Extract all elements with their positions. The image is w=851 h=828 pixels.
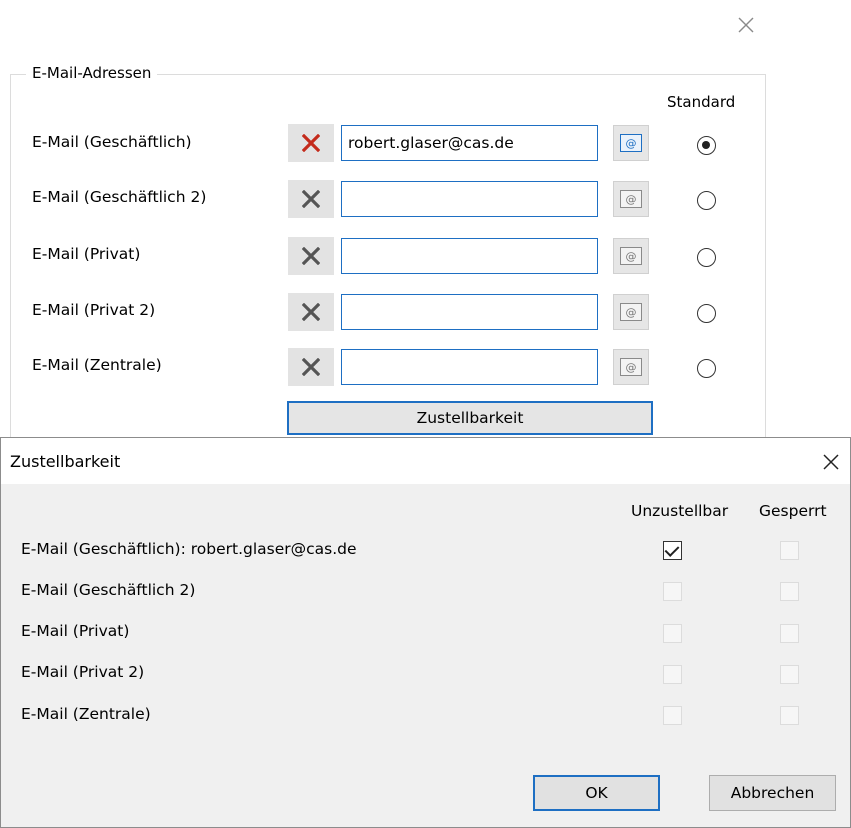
- delete-email-button[interactable]: [288, 348, 334, 386]
- standard-radio[interactable]: [697, 136, 716, 155]
- dialog-titlebar: [1, 438, 850, 484]
- email-row-label: E-Mail (Geschäftlich): [32, 133, 192, 151]
- undeliverable-column-header: Unzustellbar: [631, 502, 729, 520]
- dialog-row-label: E-Mail (Privat): [21, 622, 130, 640]
- undeliverable-checkbox[interactable]: [663, 665, 682, 684]
- send-email-button[interactable]: @: [613, 125, 649, 161]
- undeliverable-checkbox[interactable]: [663, 541, 682, 560]
- standard-radio[interactable]: [697, 359, 716, 378]
- send-email-button[interactable]: @: [613, 349, 649, 385]
- email-link-icon: @: [620, 190, 642, 208]
- blocked-column-header: Gesperrt: [759, 502, 827, 520]
- email-input[interactable]: [341, 294, 598, 330]
- email-row-label: E-Mail (Privat 2): [32, 301, 156, 319]
- undeliverable-checkbox[interactable]: [663, 624, 682, 643]
- dialog-title: Zustellbarkeit: [10, 452, 121, 471]
- email-input[interactable]: [341, 238, 598, 274]
- email-row-label: E-Mail (Geschäftlich 2): [32, 188, 207, 206]
- cancel-button[interactable]: Abbrechen: [709, 775, 836, 811]
- dialog-row-label: E-Mail (Geschäftlich 2): [21, 581, 196, 599]
- delete-email-button[interactable]: [288, 237, 334, 275]
- deliverability-button[interactable]: Zustellbarkeit: [287, 401, 653, 435]
- blocked-checkbox[interactable]: [780, 665, 799, 684]
- blocked-checkbox[interactable]: [780, 582, 799, 601]
- delete-x-icon: [302, 190, 320, 208]
- email-row-label: E-Mail (Zentrale): [32, 356, 162, 374]
- dialog-row-label: E-Mail (Privat 2): [21, 663, 145, 681]
- send-email-button[interactable]: @: [613, 238, 649, 274]
- close-icon[interactable]: [821, 452, 841, 472]
- deliverability-dialog: Zustellbarkeit Unzustellbar Gesperrt E-M…: [0, 437, 851, 828]
- email-input[interactable]: [341, 125, 598, 161]
- delete-email-button[interactable]: [288, 180, 334, 218]
- blocked-checkbox[interactable]: [780, 541, 799, 560]
- blocked-checkbox[interactable]: [780, 624, 799, 643]
- email-link-icon: @: [620, 358, 642, 376]
- delete-email-button[interactable]: [288, 293, 334, 331]
- group-title: E-Mail-Adressen: [26, 64, 158, 82]
- send-email-button[interactable]: @: [613, 181, 649, 217]
- standard-column-header: Standard: [667, 93, 736, 111]
- standard-radio[interactable]: [697, 304, 716, 323]
- delete-x-icon: [302, 134, 320, 152]
- delete-x-icon: [302, 247, 320, 265]
- undeliverable-checkbox[interactable]: [663, 706, 682, 725]
- send-email-button[interactable]: @: [613, 294, 649, 330]
- dialog-row-label: E-Mail (Geschäftlich): robert.glaser@cas…: [21, 540, 357, 558]
- email-link-icon: @: [620, 247, 642, 265]
- email-link-icon: @: [620, 134, 642, 152]
- undeliverable-checkbox[interactable]: [663, 582, 682, 601]
- email-input[interactable]: [341, 349, 598, 385]
- delete-x-icon: [302, 358, 320, 376]
- email-input[interactable]: [341, 181, 598, 217]
- email-row-label: E-Mail (Privat): [32, 245, 141, 263]
- blocked-checkbox[interactable]: [780, 706, 799, 725]
- email-link-icon: @: [620, 303, 642, 321]
- dialog-row-label: E-Mail (Zentrale): [21, 705, 151, 723]
- standard-radio[interactable]: [697, 248, 716, 267]
- delete-email-button[interactable]: [288, 124, 334, 162]
- ok-button[interactable]: OK: [533, 775, 660, 811]
- close-icon[interactable]: [733, 12, 759, 38]
- standard-radio[interactable]: [697, 191, 716, 210]
- delete-x-icon: [302, 303, 320, 321]
